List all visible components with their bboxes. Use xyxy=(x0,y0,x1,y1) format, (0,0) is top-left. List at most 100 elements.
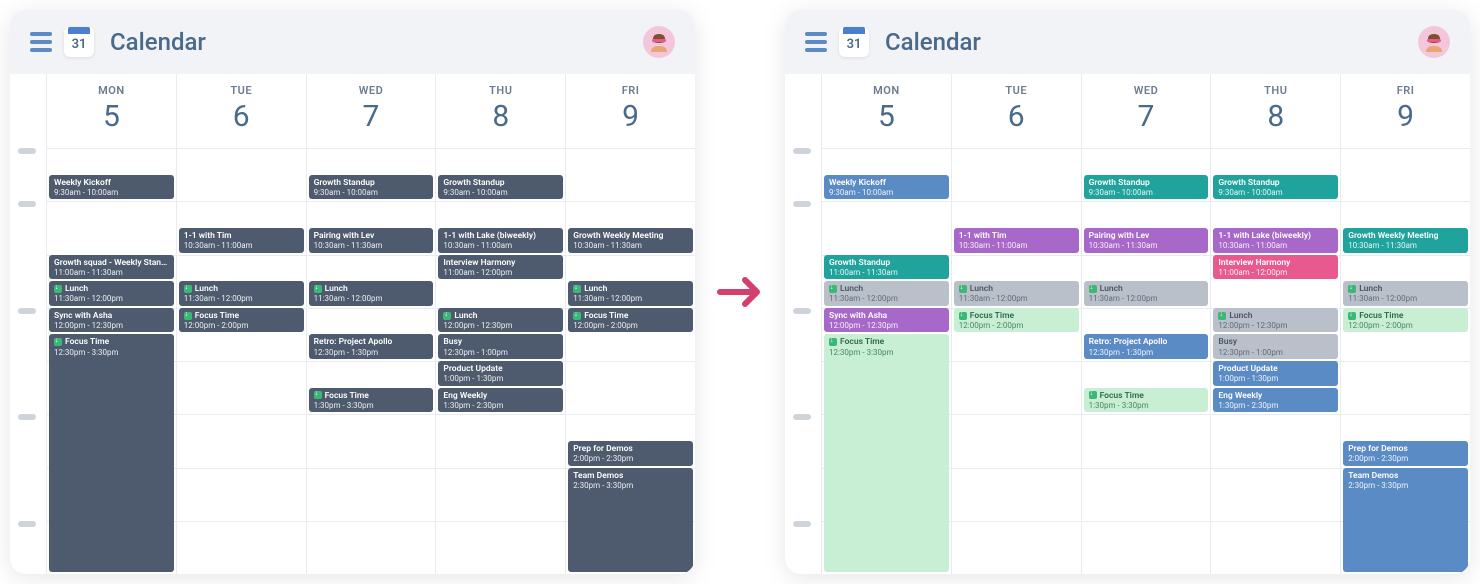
calendar-event[interactable]: 1-1 with Tim10:30am - 11:00am xyxy=(179,228,304,253)
calendar-event[interactable]: Focus Time12:00pm - 2:00pm xyxy=(568,308,693,333)
calendar-event[interactable]: Product Update1:00pm - 1:30pm xyxy=(1213,361,1338,386)
calendar-event[interactable]: Growth Standup9:30am - 10:00am xyxy=(309,175,434,200)
event-title: Focus Time xyxy=(314,391,429,401)
calendar-event[interactable]: Sync with Asha12:00pm - 12:30pm xyxy=(824,308,949,333)
calendar-event[interactable]: Growth Weekly Meeting10:30am - 11:30am xyxy=(568,228,693,253)
day-header: MON5 xyxy=(822,74,951,148)
calendar-event[interactable]: Growth squad - Weekly Standup11:00am - 1… xyxy=(49,255,174,280)
event-title: Weekly Kickoff xyxy=(829,178,944,188)
calendar-event[interactable]: Growth Standup11:00am - 11:30am xyxy=(824,255,949,280)
day-column: MON5 Weekly Kickoff9:30am - 10:00am Growth… xyxy=(821,74,951,574)
calendar-event[interactable]: Prep for Demos2:00pm - 2:30pm xyxy=(1343,441,1468,466)
calendar-event[interactable]: Focus Time1:30pm - 3:30pm xyxy=(309,388,434,413)
spine-tick xyxy=(18,414,36,420)
event-title: Lunch xyxy=(1218,311,1333,321)
day-label: FRI xyxy=(566,84,695,97)
calendar-event[interactable]: Growth Weekly Meeting10:30am - 11:30am xyxy=(1343,228,1468,253)
day-number: 8 xyxy=(1211,99,1340,134)
calendar-event[interactable]: Busy12:30pm - 1:00pm xyxy=(438,334,563,359)
day-number: 6 xyxy=(952,99,1081,134)
day-column: MON5Weekly Kickoff9:30am - 10:00amGrowth… xyxy=(46,74,176,574)
reclaim-icon xyxy=(54,338,62,346)
calendar-event[interactable]: Interview Harmony11:00am - 12:00pm xyxy=(438,255,563,280)
calendar-event[interactable]: Growth Standup9:30am - 10:00am xyxy=(1084,175,1209,200)
calendar-event[interactable]: Focus Time1:30pm - 3:30pm xyxy=(1084,388,1209,413)
calendar-event[interactable]: Weekly Kickoff9:30am - 10:00am xyxy=(824,175,949,200)
events-area: Weekly Kickoff9:30am - 10:00am Growth Sta… xyxy=(822,148,951,574)
calendar-event[interactable]: Sync with Asha12:00pm - 12:30pm xyxy=(49,308,174,333)
calendar-event[interactable]: Pairing with Lev10:30am - 11:30am xyxy=(309,228,434,253)
events-area: Growth Standup9:30am - 10:00am Pairing wi… xyxy=(307,148,436,574)
calendar-event[interactable]: Retro: Project Apollo12:30pm - 1:30pm xyxy=(1084,334,1209,359)
calendar-event[interactable]: Focus Time12:00pm - 2:00pm xyxy=(179,308,304,333)
event-title: Product Update xyxy=(443,364,558,374)
event-time: 10:30am - 11:00am xyxy=(1218,241,1333,251)
calendar-event[interactable]: Product Update1:00pm - 1:30pm xyxy=(438,361,563,386)
calendar-event[interactable]: Weekly Kickoff9:30am - 10:00am xyxy=(49,175,174,200)
avatar[interactable] xyxy=(643,26,675,58)
event-time: 12:00pm - 2:00pm xyxy=(573,321,688,331)
day-number: 6 xyxy=(177,99,306,134)
event-time: 11:00am - 12:00pm xyxy=(443,268,558,278)
event-time: 12:30pm - 3:30pm xyxy=(829,348,944,358)
calendar-event[interactable]: Lunch12:00pm - 12:30pm xyxy=(1213,308,1338,333)
calendar-icon[interactable]: 31 xyxy=(64,27,94,57)
calendar-event[interactable]: 1-1 with Lake (biweekly)10:30am - 11:00a… xyxy=(1213,228,1338,253)
event-title: Pairing with Lev xyxy=(1089,231,1204,241)
event-time: 11:30am - 12:00pm xyxy=(1348,294,1463,304)
event-time: 11:30am - 12:00pm xyxy=(54,294,169,304)
calendar-event[interactable]: 1-1 with Lake (biweekly)10:30am - 11:00a… xyxy=(438,228,563,253)
time-spine xyxy=(10,74,46,574)
reclaim-icon xyxy=(443,312,451,320)
event-time: 12:00pm - 12:30pm xyxy=(54,321,169,331)
menu-icon[interactable] xyxy=(805,32,827,52)
event-title: Growth Standup xyxy=(314,178,429,188)
calendar-event[interactable]: Eng Weekly1:30pm - 2:30pm xyxy=(1213,388,1338,413)
event-title: Team Demos xyxy=(573,471,688,481)
calendar-event[interactable]: Growth Standup9:30am - 10:00am xyxy=(438,175,563,200)
calendar-event[interactable]: Lunch11:30am - 12:00pm xyxy=(309,281,434,306)
calendar-icon-date: 31 xyxy=(847,37,862,52)
calendar-event[interactable]: Lunch11:30am - 12:00pm xyxy=(1343,281,1468,306)
events-area: Weekly Kickoff9:30am - 10:00am Growth squ… xyxy=(47,148,176,574)
calendar-event[interactable]: Prep for Demos2:00pm - 2:30pm xyxy=(568,441,693,466)
calendar-icon[interactable]: 31 xyxy=(839,27,869,57)
day-number: 9 xyxy=(566,99,695,134)
event-title: Growth Standup xyxy=(443,178,558,188)
calendar-event[interactable]: Interview Harmony11:00am - 12:00pm xyxy=(1213,255,1338,280)
calendar-event[interactable]: Retro: Project Apollo12:30pm - 1:30pm xyxy=(309,334,434,359)
event-time: 1:30pm - 2:30pm xyxy=(443,401,558,411)
event-time: 2:30pm - 3:30pm xyxy=(1348,481,1463,491)
event-title: Focus Time xyxy=(959,311,1074,321)
calendar-event[interactable]: Team Demos2:30pm - 3:30pm xyxy=(568,468,693,573)
reclaim-icon xyxy=(1348,285,1356,293)
calendar-event[interactable]: Focus Time12:00pm - 2:00pm xyxy=(1343,308,1468,333)
event-time: 2:00pm - 2:30pm xyxy=(573,454,688,464)
calendar-event[interactable]: Focus Time12:00pm - 2:00pm xyxy=(954,308,1079,333)
reclaim-icon xyxy=(314,391,322,399)
calendar-grid: MON5Weekly Kickoff9:30am - 10:00amGrowth… xyxy=(46,74,695,574)
calendar-event[interactable]: Lunch11:30am - 12:00pm xyxy=(1084,281,1209,306)
calendar-event[interactable]: Lunch11:30am - 12:00pm xyxy=(49,281,174,306)
calendar-event[interactable]: Lunch12:00pm - 12:30pm xyxy=(438,308,563,333)
calendar-event[interactable]: Team Demos2:30pm - 3:30pm xyxy=(1343,468,1468,573)
avatar[interactable] xyxy=(1418,26,1450,58)
calendar-event[interactable]: Focus Time12:30pm - 3:30pm xyxy=(49,334,174,572)
calendar-event[interactable]: Eng Weekly1:30pm - 2:30pm xyxy=(438,388,563,413)
menu-icon[interactable] xyxy=(30,32,52,52)
calendar-event[interactable]: Lunch11:30am - 12:00pm xyxy=(568,281,693,306)
calendar-event[interactable]: Growth Standup9:30am - 10:00am xyxy=(1213,175,1338,200)
event-time: 12:00pm - 12:30pm xyxy=(443,321,558,331)
calendar-event[interactable]: 1-1 with Tim10:30am - 11:00am xyxy=(954,228,1079,253)
event-time: 12:00pm - 2:00pm xyxy=(959,321,1074,331)
event-time: 11:30am - 12:00pm xyxy=(184,294,299,304)
calendar-event[interactable]: Lunch11:30am - 12:00pm xyxy=(824,281,949,306)
calendar-event[interactable]: Lunch11:30am - 12:00pm xyxy=(179,281,304,306)
calendar-event[interactable]: Pairing with Lev10:30am - 11:30am xyxy=(1084,228,1209,253)
calendar-event[interactable]: Busy12:30pm - 1:00pm xyxy=(1213,334,1338,359)
calendar-event[interactable]: Focus Time12:30pm - 3:30pm xyxy=(824,334,949,572)
event-title: Focus Time xyxy=(1348,311,1463,321)
calendar-event[interactable]: Lunch11:30am - 12:00pm xyxy=(954,281,1079,306)
reclaim-icon xyxy=(573,312,581,320)
day-header: TUE6 xyxy=(952,74,1081,148)
